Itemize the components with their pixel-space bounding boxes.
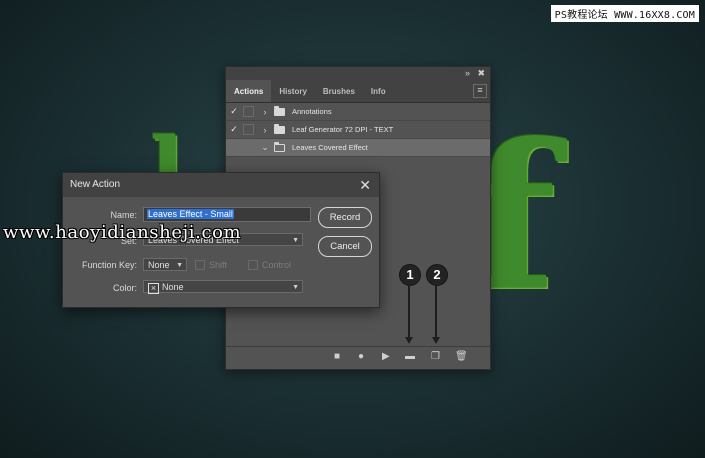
name-input-value: Leaves Effect - Small bbox=[147, 209, 234, 219]
name-input[interactable]: Leaves Effect - Small bbox=[143, 207, 311, 222]
record-icon[interactable]: ● bbox=[358, 351, 364, 363]
panel-menu-icon[interactable]: ≡ bbox=[473, 84, 487, 98]
watermark-band: www.haoyidiansheji.com bbox=[3, 222, 242, 243]
control-checkbox[interactable] bbox=[248, 260, 258, 270]
arrow-2-line bbox=[435, 285, 437, 338]
action-set-label: Annotations bbox=[292, 107, 332, 116]
check-icon[interactable]: ✓ bbox=[226, 124, 242, 135]
action-set-row[interactable]: ✓ › Annotations bbox=[226, 103, 490, 121]
name-label: Name: bbox=[110, 210, 137, 220]
chevron-right-icon[interactable]: › bbox=[259, 125, 271, 135]
tab-history[interactable]: History bbox=[271, 80, 315, 102]
shift-checkbox[interactable] bbox=[195, 260, 205, 270]
chevron-right-icon[interactable]: › bbox=[259, 107, 271, 117]
chevron-down-icon: ▼ bbox=[292, 237, 299, 244]
action-set-row-selected[interactable]: ⌄ Leaves Covered Effect bbox=[226, 139, 490, 157]
folder-open-icon bbox=[274, 141, 285, 152]
tab-info[interactable]: Info bbox=[363, 80, 394, 102]
record-button[interactable]: Record bbox=[318, 207, 372, 228]
no-color-icon: × bbox=[148, 283, 159, 294]
panel-close-icon[interactable]: ✖ bbox=[477, 67, 485, 80]
play-icon[interactable]: ▶ bbox=[382, 351, 390, 363]
panel-topbar: » ✖ bbox=[226, 67, 490, 80]
chevron-down-icon[interactable]: ⌄ bbox=[259, 142, 271, 153]
tab-actions[interactable]: Actions bbox=[226, 80, 272, 102]
color-select[interactable]: × None ▼ bbox=[143, 280, 303, 294]
dialog-titlebar: New Action ✕ bbox=[63, 173, 379, 197]
control-label: Control bbox=[262, 260, 292, 270]
stop-icon[interactable]: ■ bbox=[334, 351, 340, 363]
folder-icon bbox=[274, 105, 285, 116]
function-key-select[interactable]: None ▼ bbox=[143, 258, 187, 271]
collapse-icon[interactable]: » bbox=[465, 67, 470, 80]
folder-icon bbox=[274, 123, 285, 134]
panel-bottom-toolbar: ■ ● ▶ ▬ ❐ 🗑 bbox=[226, 346, 490, 369]
function-key-label: Function Key: bbox=[81, 260, 137, 270]
marker-2: 2 bbox=[426, 264, 448, 286]
check-icon[interactable]: ✓ bbox=[226, 106, 242, 117]
chevron-down-icon: ▼ bbox=[292, 284, 299, 291]
arrow-1-line bbox=[408, 285, 410, 338]
dialog-title: New Action bbox=[70, 179, 121, 190]
marker-1: 1 bbox=[399, 264, 421, 286]
new-action-icon[interactable]: ❐ bbox=[431, 351, 440, 363]
dialog-toggle-box[interactable] bbox=[243, 124, 254, 135]
new-set-icon[interactable]: ▬ bbox=[405, 351, 415, 363]
action-set-label: Leaves Covered Effect bbox=[292, 143, 368, 152]
cancel-button[interactable]: Cancel bbox=[318, 236, 372, 257]
watermark-top: PS教程论坛 WWW.16XX8.COM bbox=[550, 5, 699, 22]
color-label: Color: bbox=[112, 283, 137, 293]
close-icon[interactable]: ✕ bbox=[359, 176, 371, 194]
dialog-toggle-box[interactable] bbox=[243, 142, 254, 153]
panel-tabs: Actions History Brushes Info ≡ bbox=[226, 80, 490, 103]
function-key-value: None bbox=[148, 260, 170, 270]
tab-brushes[interactable]: Brushes bbox=[315, 80, 363, 102]
shift-label: Shift bbox=[209, 260, 228, 270]
color-select-value: None bbox=[162, 282, 184, 292]
trash-icon[interactable]: 🗑 bbox=[455, 351, 468, 363]
arrow-1-head bbox=[405, 337, 413, 344]
arrow-2-head bbox=[432, 337, 440, 344]
action-set-label: Leaf Generator 72 DPI - TEXT bbox=[292, 125, 394, 134]
dialog-toggle-box[interactable] bbox=[243, 106, 254, 117]
chevron-down-icon: ▼ bbox=[176, 262, 183, 269]
action-set-row[interactable]: ✓ › Leaf Generator 72 DPI - TEXT bbox=[226, 121, 490, 139]
